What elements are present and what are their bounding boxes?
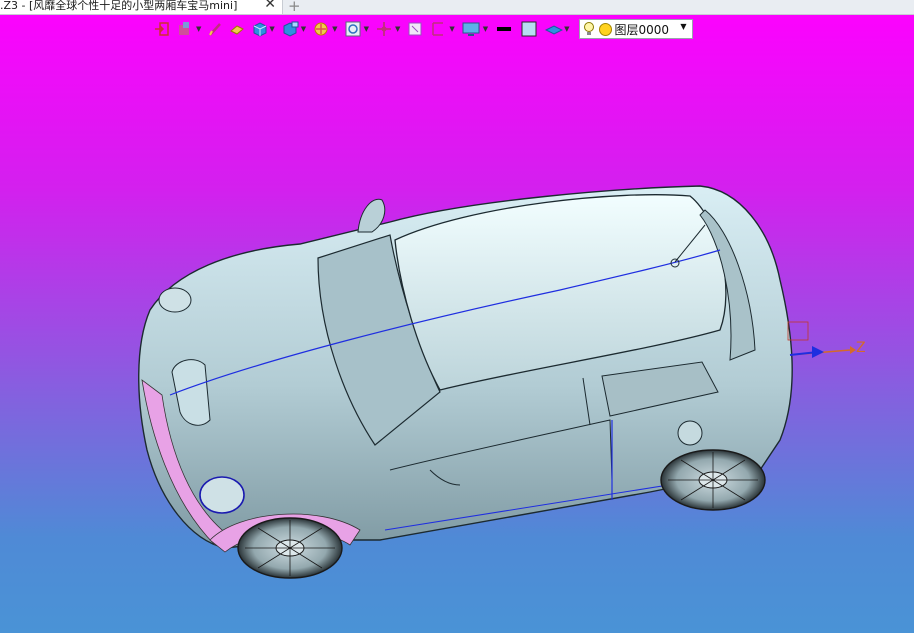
plane-button[interactable]: ▼: [545, 18, 570, 40]
align-icon: [432, 22, 444, 36]
cube-icon: [253, 22, 267, 37]
import-icon: [155, 22, 169, 36]
chevron-down-icon: ▼: [363, 25, 369, 33]
chevron-down-icon: ▼: [300, 25, 307, 33]
document-tab[interactable]: .Z3 - [风靡全球个性十足的小型两厢车宝马mini] ✕: [0, 0, 283, 14]
eraser-icon: [230, 25, 245, 35]
pencil-button[interactable]: [208, 18, 222, 40]
chevron-down-icon: ▼: [394, 25, 401, 33]
chevron-down-icon: ▼: [449, 25, 455, 33]
line-color-button[interactable]: [495, 18, 513, 40]
pan-icon: [376, 22, 391, 36]
import-button[interactable]: [154, 18, 170, 40]
plane-icon: [545, 25, 564, 35]
zoom-fit-icon: [345, 21, 361, 37]
headlight: [199, 476, 245, 514]
front-wheel: [237, 517, 343, 579]
view-cube-icon: [283, 21, 299, 37]
object-button[interactable]: ▼: [177, 18, 201, 40]
render-icon: [314, 22, 328, 36]
layer-color-dot: [598, 22, 612, 36]
zoom-fit-button[interactable]: ▼: [345, 18, 369, 40]
eraser-button[interactable]: [229, 18, 245, 40]
layer-name: 图层0000: [614, 22, 670, 37]
dropdown-arrow-icon: ▼: [680, 22, 687, 31]
line-color-swatch: [497, 27, 512, 31]
layer-dropdown[interactable]: 图层0000 ▼: [578, 19, 693, 39]
close-tab-icon[interactable]: ✕: [264, 0, 276, 11]
fill-color-button[interactable]: [520, 18, 538, 40]
render-button[interactable]: ▼: [313, 18, 338, 40]
select-button[interactable]: [407, 18, 423, 40]
view-toolbar: ▼ ▼ ▼ ▼ ▼ ▼ ▼ ▼ ▼ 图层0000 ▼: [154, 16, 693, 42]
solid-button[interactable]: ▼: [252, 18, 275, 40]
pencil-icon: [209, 23, 222, 36]
chevron-down-icon: ▼: [332, 25, 338, 33]
car-model[interactable]: [0, 0, 914, 633]
fill-color-swatch: [521, 21, 537, 37]
display-icon: [462, 22, 480, 36]
chevron-down-icon: ▼: [564, 25, 570, 33]
display-button[interactable]: ▼: [462, 18, 488, 40]
document-tab-bar: .Z3 - [风靡全球个性十足的小型两厢车宝马mini] ✕ +: [0, 0, 914, 15]
pan-button[interactable]: ▼: [376, 18, 400, 40]
new-tab-icon[interactable]: +: [288, 0, 301, 15]
document-tab-title: .Z3 - [风靡全球个性十足的小型两厢车宝马mini]: [0, 0, 238, 12]
lightbulb-icon: [583, 22, 594, 35]
fuel-cap: [677, 420, 703, 446]
chevron-down-icon: ▼: [482, 25, 489, 33]
fog-light: [158, 287, 192, 313]
rear-wheel: [660, 449, 766, 511]
axis-triad: [787, 321, 856, 358]
view-cube-button[interactable]: ▼: [282, 18, 306, 40]
align-button[interactable]: ▼: [430, 18, 455, 40]
hand-icon: [179, 22, 189, 35]
z-axis-label: Z: [856, 340, 866, 356]
chevron-down-icon: ▼: [269, 25, 275, 33]
chevron-down-icon: ▼: [196, 25, 202, 33]
select-icon: [408, 22, 422, 36]
